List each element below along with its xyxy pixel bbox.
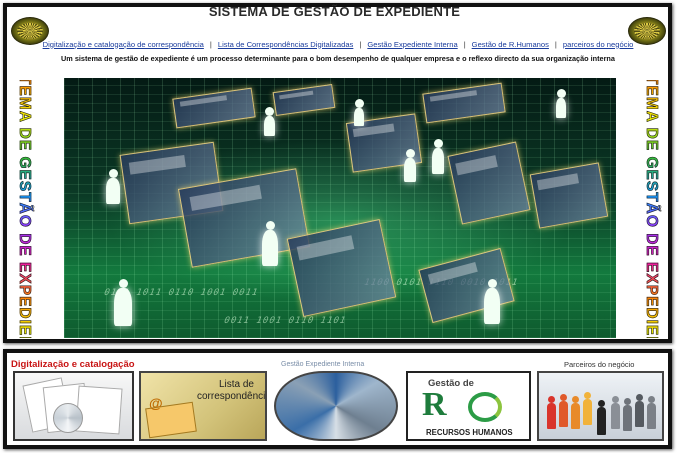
feature-tiles: Digitalização e catalogação Gestão Exped… [11, 359, 666, 443]
nav-separator: | [554, 39, 557, 49]
partner-figure-icon [559, 394, 568, 427]
nav-link-gestao-expediente[interactable]: Gestão Expediente Interna [367, 40, 457, 49]
partner-figure-icon [635, 394, 644, 427]
tile-rh-caption: RECURSOS HUMANOS [426, 428, 513, 437]
nav-separator: | [209, 39, 212, 49]
hero-person-figure [404, 149, 416, 182]
hero-person-figure [262, 221, 278, 266]
tile-label-digitalizacao: Digitalização e catalogação [11, 359, 135, 370]
tile-lista-text: Lista de correspondências [197, 379, 266, 402]
partner-figure-icon [547, 396, 556, 429]
side-banner-right: SISTEMA DE GESTÃO DE EXPEDIENTE [637, 80, 665, 338]
hero-screen-panel [447, 141, 531, 225]
hero-decoration: 0011 1001 0110 1101 [222, 316, 348, 326]
nav-link-recursos-humanos[interactable]: Gestão de R.Humanos [472, 40, 549, 49]
nav-separator: | [463, 39, 466, 49]
side-banner-text: SISTEMA DE GESTÃO DE EXPEDIENTE [15, 80, 34, 338]
rh-logo-icon [468, 392, 502, 422]
partner-figure-icon [583, 392, 592, 425]
page-title: SISTEMA DE GESTÃO DE EXPEDIENTE [208, 4, 461, 19]
top-navigation: Digitalização e catalogação de correspon… [43, 38, 634, 50]
hero-person-figure [556, 89, 566, 118]
hero-person-figure [114, 279, 132, 326]
nav-link-parceiros[interactable]: parceiros do negócio [563, 40, 634, 49]
side-banner-text: SISTEMA DE GESTÃO DE EXPEDIENTE [642, 80, 661, 338]
hero-person-figure [264, 107, 275, 136]
partner-figure-icon [647, 396, 656, 429]
tile-parceiros[interactable] [537, 371, 664, 441]
hero-person-figure [354, 99, 364, 126]
tile-label-parceiros: Parceiros do negócio [564, 360, 635, 369]
hero-person-figure [432, 139, 444, 174]
partner-figure-icon [597, 400, 606, 435]
document-icon [75, 385, 123, 435]
nav-link-digitalizacao[interactable]: Digitalização e catalogação de correspon… [43, 40, 204, 49]
olive-emblem-icon [628, 17, 666, 45]
tile-lista-correspondencias[interactable]: @ Lista de correspondências [139, 371, 267, 441]
tile-gestao-expediente[interactable] [274, 371, 398, 441]
nav-separator: | [359, 39, 362, 49]
at-sign-icon: @ [149, 395, 163, 411]
tile-rh-letter: R [422, 386, 447, 423]
side-banner-left: SISTEMA DE GESTÃO DE EXPEDIENTE [10, 80, 38, 338]
cd-disc-icon [53, 403, 83, 433]
tile-digitalizacao[interactable] [13, 371, 134, 441]
partner-figure-icon [623, 398, 632, 431]
hero-person-figure [106, 169, 120, 204]
partner-figure-icon [611, 396, 620, 429]
nav-link-lista-correspondencias[interactable]: Lista de Correspondências Digitalizadas [218, 40, 354, 49]
hero-image: 0101 1011 0110 1001 0011 1100 0101 1110 … [64, 78, 616, 338]
tile-recursos-humanos[interactable]: Gestão de R RECURSOS HUMANOS [406, 371, 531, 441]
hero-person-figure [484, 279, 500, 324]
tagline: Um sistema de gestão de expediente é um … [61, 54, 615, 63]
partner-figure-icon [571, 396, 580, 429]
tile-label-gestao-expediente: Gestão Expediente Interna [281, 361, 365, 368]
